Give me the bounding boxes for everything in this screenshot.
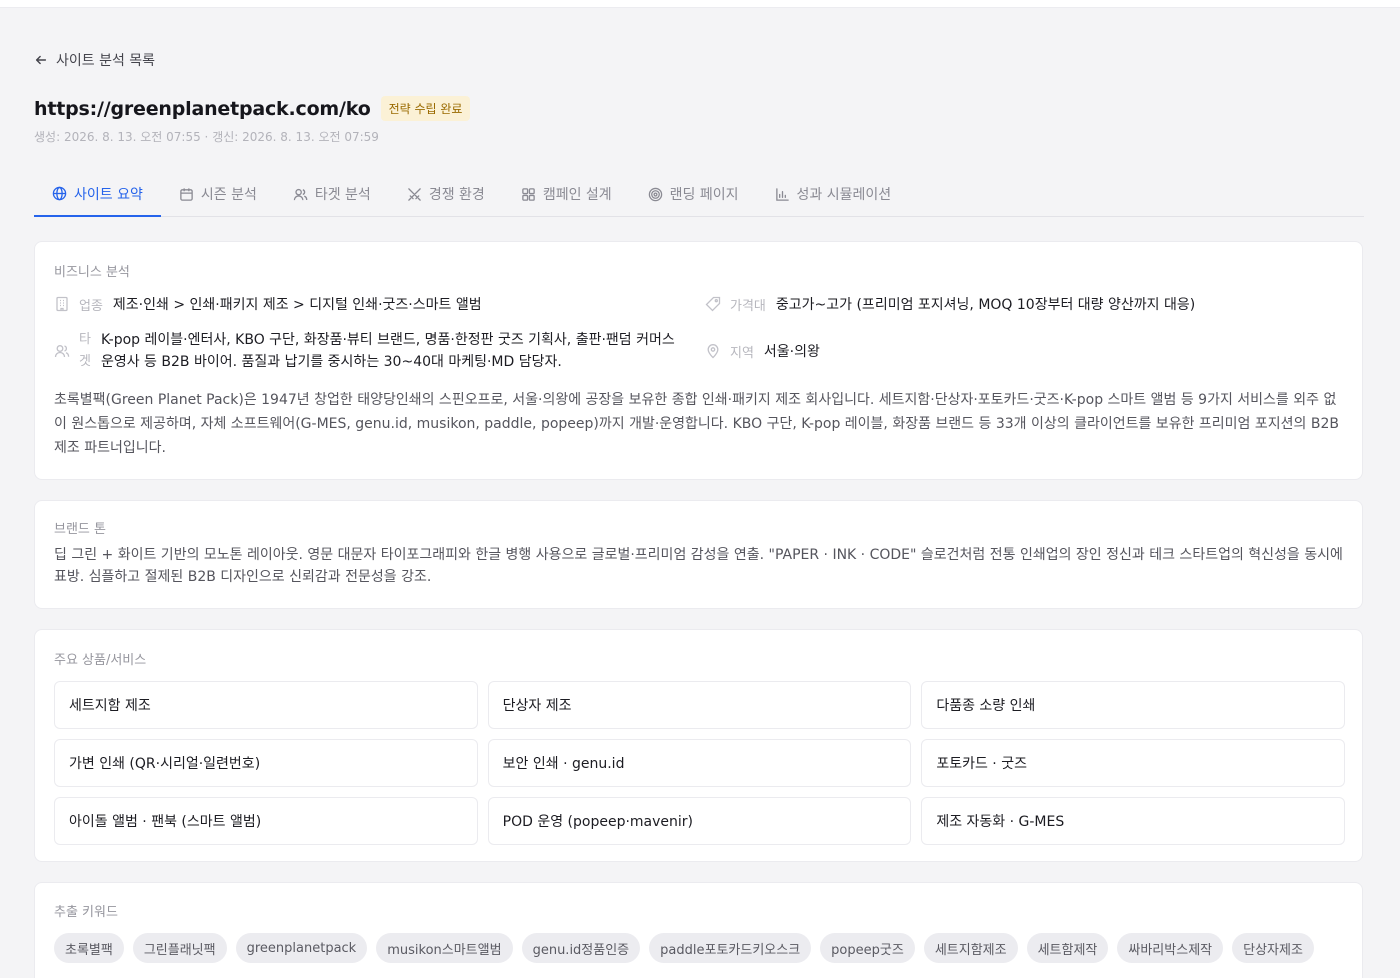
product-grid: 세트지함 제조 단상자 제조 다품종 소량 인쇄 가변 인쇄 (QR·시리얼·일… (54, 681, 1345, 845)
product-item: 세트지함 제조 (54, 681, 478, 729)
target-label: 타 겟 (79, 329, 91, 373)
keyword-chip: 싸바리박스제작 (1117, 933, 1224, 963)
status-badge: 전략 수립 완료 (380, 96, 471, 121)
business-description: 초록별팩(Green Planet Pack)은 1947년 창업한 태양당인쇄… (54, 392, 1339, 456)
building-icon (56, 296, 68, 312)
keyword-chip: 세트함제작 (1026, 933, 1109, 963)
industry-row: 업종 제조·인쇄 > 인쇄·패키지 제조 > 디지털 인쇄·굿즈·스마트 앨범 (54, 294, 482, 314)
region-row: 지역 서울·의왕 (705, 341, 820, 361)
brand-tone-text: 딥 그린 + 화이트 기반의 모노톤 레이아웃. 영문 대문자 타이포그래피와 … (54, 547, 1343, 585)
globe-icon (52, 186, 67, 201)
target-label-line-1: 타 (79, 332, 91, 347)
region-label: 지역 (730, 345, 754, 361)
brand-tone-card: 브랜드 톤 딥 그린 + 화이트 기반의 모노톤 레이아웃. 영문 대문자 타이… (34, 500, 1363, 609)
tab-label: 경쟁 환경 (428, 187, 485, 203)
tab-competition[interactable]: 경쟁 환경 (389, 172, 503, 216)
swords-icon (408, 187, 421, 201)
target-row: 타 겟 K-pop 레이블·엔터사, KBO 구단, 화장품·뷰티 브랜드, 명… (54, 329, 686, 373)
map-pin-icon (707, 344, 719, 359)
tab-label: 캠페인 설계 (542, 187, 612, 203)
product-item: 가변 인쇄 (QR·시리얼·일련번호) (54, 739, 478, 787)
tag-icon (705, 296, 721, 312)
product-item: 제조 자동화 · G-MES (921, 797, 1345, 845)
tab-label: 랜딩 페이지 (669, 187, 739, 203)
tab-site-summary[interactable]: 사이트 요약 (34, 172, 161, 217)
tab-bar: 사이트 요약 시즌 분석 타겟 분석 경쟁 환경 캠페인 설계 랜딩 페이지 성… (34, 172, 1364, 217)
tab-label: 사이트 요약 (74, 186, 143, 203)
back-link[interactable]: 사이트 분석 목록 (34, 50, 155, 70)
industry-value: 제조·인쇄 > 인쇄·패키지 제조 > 디지털 인쇄·굿즈·스마트 앨범 (112, 297, 482, 313)
tab-target-analysis[interactable]: 타겟 분석 (275, 172, 389, 216)
keyword-chip: paddle포토카드키오스크 (649, 933, 812, 963)
card-title: 추출 키워드 (54, 905, 118, 920)
keyword-chip: 그린플래닛팩 (132, 933, 227, 963)
keyword-chip: genu.id정품인증 (521, 933, 641, 963)
timestamps: 생성: 2026. 8. 13. 오전 07:55 · 갱신: 2026. 8.… (34, 130, 379, 144)
product-item: 단상자 제조 (487, 681, 912, 729)
tab-campaign-design[interactable]: 캠페인 설계 (503, 172, 630, 216)
tab-landing-page[interactable]: 랜딩 페이지 (630, 172, 757, 216)
keyword-chip: popeep굿즈 (820, 933, 915, 963)
product-item: 아이돌 앨범 · 팬북 (스마트 앨범) (54, 797, 478, 845)
keyword-list: 초록별팩 그린플래닛팩 greenplanetpack musikon스마트앨범… (54, 933, 1345, 963)
keyword-chip: greenplanetpack (235, 933, 368, 963)
keyword-chip: musikon스마트앨범 (376, 933, 513, 963)
tab-season-analysis[interactable]: 시즌 분석 (161, 172, 275, 216)
target-value: K-pop 레이블·엔터사, KBO 구단, 화장품·뷰티 브랜드, 명품·한정… (100, 332, 675, 370)
tab-label: 타겟 분석 (314, 187, 371, 203)
chart-icon (775, 187, 789, 201)
card-title: 주요 상품/서비스 (54, 653, 147, 668)
top-bar (0, 0, 1400, 8)
target-label-line-2: 겟 (79, 354, 91, 369)
region-value: 서울·의왕 (763, 344, 820, 360)
users-icon (54, 345, 70, 358)
price-label: 가격대 (730, 298, 766, 314)
product-item: 포토카드 · 굿즈 (921, 739, 1345, 787)
calendar-icon (180, 187, 193, 201)
product-item: 보안 인쇄 · genu.id (487, 739, 912, 787)
title-row: https://greenplanetpack.com/ko 전략 수립 완료 (34, 96, 471, 121)
price-row: 가격대 중고가~고가 (프리미엄 포지셔닝, MOQ 10장부터 대량 양산까지… (705, 294, 1195, 314)
price-value: 중고가~고가 (프리미엄 포지셔닝, MOQ 10장부터 대량 양산까지 대응) (775, 297, 1196, 313)
tab-performance-simulation[interactable]: 성과 시뮬레이션 (757, 172, 910, 216)
tab-label: 성과 시뮬레이션 (796, 187, 892, 203)
keywords-card: 추출 키워드 초록별팩 그린플래닛팩 greenplanetpack musik… (34, 882, 1363, 978)
industry-label: 업종 (79, 298, 103, 314)
business-analysis-card: 비즈니스 분석 업종 제조·인쇄 > 인쇄·패키지 제조 > 디지털 인쇄·굿즈… (34, 241, 1363, 480)
target-icon (648, 187, 662, 201)
grid-icon (522, 187, 535, 201)
product-item: 다품종 소량 인쇄 (921, 681, 1345, 729)
page-title: https://greenplanetpack.com/ko (34, 97, 371, 120)
keyword-chip: 세트지함제조 (923, 933, 1018, 963)
back-link-label: 사이트 분석 목록 (56, 53, 156, 69)
arrow-left-icon (35, 55, 47, 65)
card-title: 비즈니스 분석 (54, 265, 130, 280)
tab-label: 시즌 분석 (200, 187, 257, 203)
users-icon (293, 188, 308, 200)
products-card: 주요 상품/서비스 세트지함 제조 단상자 제조 다품종 소량 인쇄 가변 인쇄… (34, 629, 1363, 862)
keyword-chip: 단상자제조 (1232, 933, 1314, 963)
product-item: POD 운영 (popeep·mavenir) (487, 797, 912, 845)
card-title: 브랜드 톤 (54, 522, 106, 537)
keyword-chip: 초록별팩 (54, 933, 124, 963)
